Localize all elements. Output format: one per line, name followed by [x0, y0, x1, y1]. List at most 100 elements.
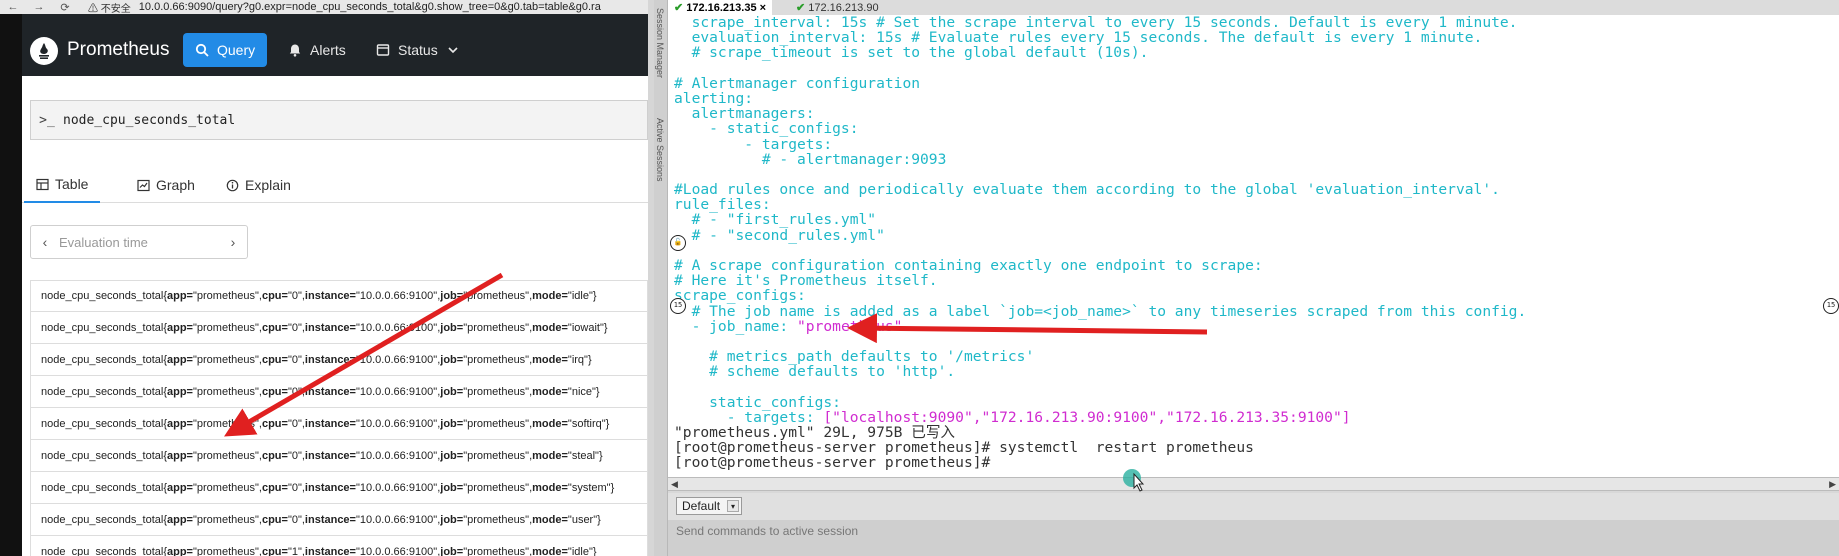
- terminal-line: [root@prometheus-server prometheus]# sys…: [674, 439, 1254, 457]
- label-value: "irq"}: [567, 353, 592, 366]
- label-key: app=: [167, 481, 193, 494]
- label-key: cpu=: [261, 353, 288, 366]
- connected-check-icon: ✔: [796, 2, 806, 14]
- terminal-output[interactable]: scrape_interval: 15s # Set the scrape in…: [668, 15, 1839, 477]
- session-tab-1[interactable]: ✔ 172.16.213.35 ×: [668, 0, 773, 15]
- session-tab-2[interactable]: ✔ 172.16.213.90: [790, 0, 885, 15]
- label-key: instance=: [304, 385, 356, 398]
- chevron-down-icon: [448, 47, 458, 54]
- result-row[interactable]: node_cpu_seconds_total{app= "prometheus",…: [30, 344, 648, 376]
- tab-graph[interactable]: Graph: [125, 167, 207, 203]
- label-key: cpu=: [261, 290, 288, 302]
- label-key: job=: [440, 545, 464, 556]
- label-value: node_cpu_seconds_total{: [41, 449, 167, 462]
- label-value: "0",: [287, 321, 305, 334]
- label-key: app=: [167, 513, 193, 526]
- result-row[interactable]: node_cpu_seconds_total{app= "prometheus",…: [30, 536, 648, 556]
- label-value: "prometheus",: [192, 385, 262, 398]
- horizontal-scrollbar[interactable]: ◀ ▶: [668, 477, 1839, 491]
- label-key: mode=: [532, 385, 568, 398]
- expression-input[interactable]: >_ node_cpu_seconds_total: [30, 100, 648, 140]
- terminal-line: evaluation_interval: 15s # Evaluate rule…: [674, 29, 1483, 47]
- label-key: job=: [440, 385, 464, 398]
- label-value: "prometheus",: [192, 290, 262, 302]
- terminal-line: # scheme defaults to 'http'.: [674, 363, 956, 381]
- label-key: job=: [440, 513, 464, 526]
- label-value: "0",: [287, 417, 305, 430]
- label-value: "prometheus",: [463, 290, 533, 302]
- address-bar[interactable]: ← → ⟳ ⚠ 不安全 10.0.0.66:9090/query?g0.expr…: [0, 0, 648, 14]
- brand-title[interactable]: Prometheus: [67, 39, 169, 61]
- session-tab-1-label: 172.16.213.35: [686, 1, 757, 14]
- ssh-client-window: Session Manager Active Sessions ✔ 172.16…: [654, 0, 1839, 556]
- send-command-input[interactable]: Send commands to active session: [676, 524, 858, 538]
- reload-icon[interactable]: ⟳: [52, 1, 78, 14]
- tab-explain[interactable]: Explain: [214, 167, 303, 203]
- result-row[interactable]: node_cpu_seconds_total{app= "prometheus",…: [30, 312, 648, 344]
- lock-icon[interactable]: 🔓: [670, 235, 686, 251]
- result-row[interactable]: node_cpu_seconds_total{app= "prometheus",…: [30, 280, 648, 312]
- label-value: "user"}: [567, 513, 601, 526]
- forward-icon[interactable]: →: [26, 1, 52, 13]
- result-row[interactable]: node_cpu_seconds_total{app= "prometheus",…: [30, 376, 648, 408]
- prometheus-logo-icon[interactable]: [30, 37, 58, 65]
- label-key: instance=: [304, 290, 356, 302]
- close-icon[interactable]: ×: [760, 2, 766, 14]
- label-value: "prometheus",: [192, 449, 262, 462]
- profile-select[interactable]: Default ▾: [676, 497, 742, 515]
- insecure-badge[interactable]: ⚠ 不安全: [84, 0, 135, 15]
- result-row[interactable]: node_cpu_seconds_total{app= "prometheus",…: [30, 472, 648, 504]
- label-value: "prometheus",: [192, 353, 262, 366]
- graph-icon: [137, 179, 150, 191]
- scroll-left-icon[interactable]: ◀: [671, 479, 678, 490]
- session-manager-tab[interactable]: Session Manager: [655, 8, 665, 78]
- nav-status-dropdown[interactable]: Status: [364, 33, 472, 67]
- nav-alerts-label: Alerts: [310, 42, 346, 58]
- eval-time-input[interactable]: Evaluation time: [59, 235, 219, 250]
- label-value: "0",: [287, 481, 305, 494]
- label-value: "0",: [287, 449, 305, 462]
- label-key: mode=: [532, 417, 568, 430]
- label-value: "prometheus",: [463, 449, 533, 462]
- label-value: "10.0.0.66:9100",: [355, 321, 441, 334]
- active-sessions-tab[interactable]: Active Sessions: [655, 118, 665, 182]
- terminal-line: - targets: ["localhost:9090","172.16.213…: [668, 410, 1839, 425]
- url-text[interactable]: 10.0.0.66:9090/query?g0.expr=node_cpu_se…: [139, 1, 601, 13]
- label-key: job=: [440, 481, 464, 494]
- label-value: "10.0.0.66:9100",: [355, 417, 441, 430]
- back-icon[interactable]: ←: [0, 1, 26, 13]
- label-key: app=: [167, 353, 193, 366]
- eval-prev-icon[interactable]: ‹: [31, 234, 59, 250]
- evaluation-time-picker[interactable]: ‹ Evaluation time ›: [30, 225, 248, 259]
- eval-next-icon[interactable]: ›: [219, 234, 247, 250]
- label-key: mode=: [532, 513, 568, 526]
- label-value: "10.0.0.66:9100",: [355, 353, 441, 366]
- result-row[interactable]: node_cpu_seconds_total{app= "prometheus",…: [30, 504, 648, 536]
- nav-alerts-button[interactable]: Alerts: [276, 33, 358, 67]
- label-value: "prometheus",: [463, 353, 533, 366]
- session-tabs: ✔ 172.16.213.35 × ✔ 172.16.213.90: [668, 0, 1839, 15]
- session-sidebar[interactable]: Session Manager Active Sessions: [654, 0, 668, 556]
- terminal-line: # metrics_path defaults to '/metrics': [674, 348, 1035, 366]
- send-command-bar[interactable]: Send commands to active session: [668, 520, 1839, 556]
- chevron-down-icon[interactable]: ▾: [727, 500, 739, 512]
- label-key: app=: [167, 449, 193, 462]
- label-key: mode=: [532, 321, 568, 334]
- result-row[interactable]: node_cpu_seconds_total{app= "prometheus",…: [30, 440, 648, 472]
- connected-check-icon: ✔: [674, 2, 684, 14]
- nav-query-button[interactable]: Query: [183, 33, 268, 67]
- label-value: "idle"}: [567, 545, 597, 556]
- result-row[interactable]: node_cpu_seconds_total{app= "prometheus",…: [30, 408, 648, 440]
- expression-text[interactable]: node_cpu_seconds_total: [63, 113, 235, 128]
- timer-marker-icon[interactable]: 15: [670, 298, 686, 314]
- tab-table[interactable]: Table: [24, 167, 101, 203]
- label-key: mode=: [532, 290, 568, 302]
- label-key: cpu=: [261, 513, 288, 526]
- timer-marker-icon[interactable]: 15: [1823, 298, 1839, 314]
- label-key: cpu=: [261, 385, 288, 398]
- scroll-right-icon[interactable]: ▶: [1829, 479, 1836, 490]
- top-navbar: Prometheus Query Alerts Status: [22, 14, 648, 76]
